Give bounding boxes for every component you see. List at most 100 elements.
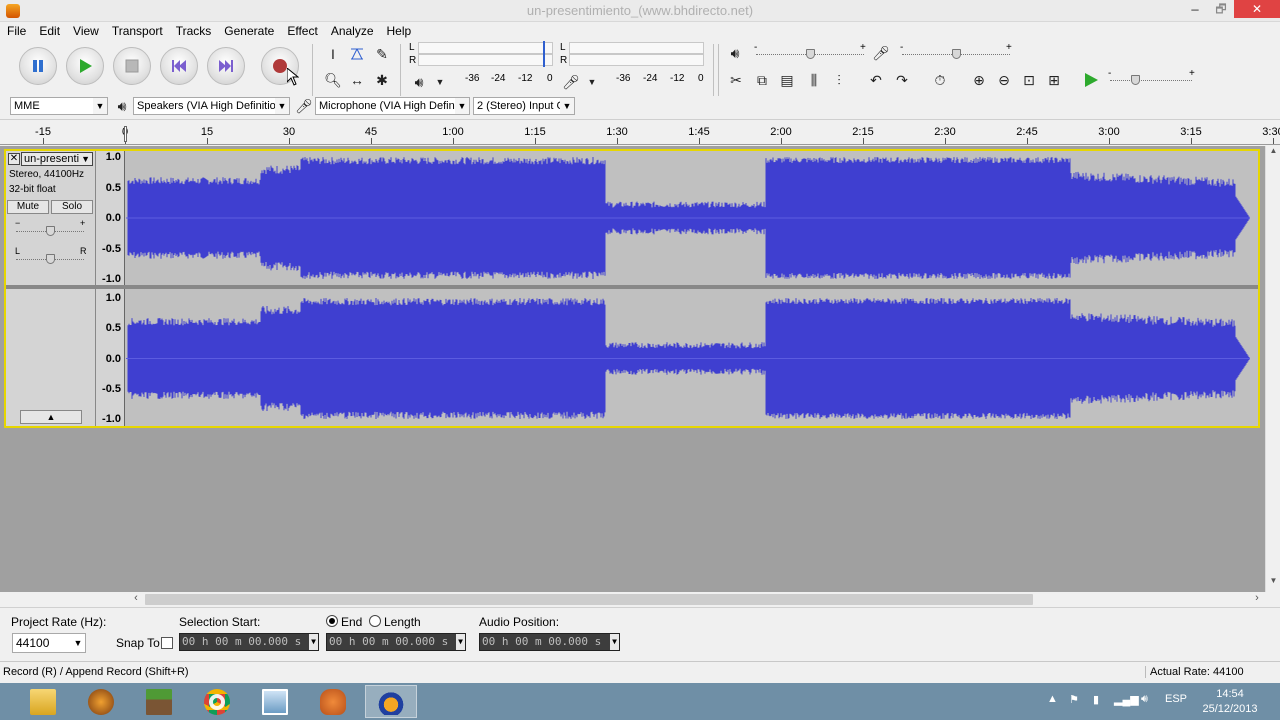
zoom-in-icon[interactable]: ⊕ — [968, 69, 990, 91]
show-hidden-icons-icon[interactable]: ▲ — [1047, 693, 1058, 705]
redo-icon[interactable]: ↷ — [891, 69, 913, 91]
selection-start-time[interactable]: 00 h 00 m 00.000 s ▼ — [179, 633, 319, 651]
vertical-scrollbar[interactable]: ▲ ▼ — [1265, 146, 1280, 592]
maximize-button[interactable]: 🗗 — [1208, 0, 1234, 18]
taskbar-image-viewer[interactable] — [249, 685, 301, 718]
chevron-down-icon[interactable]: ▼ — [309, 634, 318, 650]
recording-device-select[interactable]: Microphone (VIA High Definitio ▼ — [315, 97, 470, 115]
zoom-tool-icon[interactable]: 🔍︎ — [322, 69, 344, 91]
snap-to-checkbox[interactable] — [161, 637, 173, 649]
playback-meter-left[interactable] — [418, 42, 553, 54]
scroll-down-icon[interactable]: ▼ — [1266, 576, 1280, 590]
ruler-tick — [1109, 138, 1110, 144]
record-meter-dropdown-icon[interactable]: ▼ — [584, 71, 600, 93]
multi-tool-icon[interactable]: ✱ — [371, 69, 393, 91]
playback-meter-right[interactable] — [418, 54, 553, 66]
sync-lock-icon[interactable]: ⏱ — [929, 69, 951, 91]
track-bit-depth: 32-bit float — [9, 184, 56, 195]
minimize-button[interactable]: 🗕 — [1182, 0, 1208, 18]
solo-button[interactable]: Solo — [51, 200, 93, 214]
record-meter-left[interactable] — [569, 42, 704, 54]
length-radio[interactable] — [369, 615, 381, 627]
menu-effect[interactable]: Effect — [280, 22, 323, 38]
play-button[interactable] — [66, 47, 104, 85]
menu-file[interactable]: File — [0, 22, 32, 38]
volume-icon[interactable]: 🔊︎ — [1141, 693, 1148, 706]
menu-generate[interactable]: Generate — [217, 22, 280, 38]
playback-device-select[interactable]: Speakers (VIA High Definition A ▼ — [133, 97, 290, 115]
menu-help[interactable]: Help — [380, 22, 418, 38]
menu-tracks[interactable]: Tracks — [169, 22, 218, 38]
end-radio[interactable] — [326, 615, 338, 627]
play-speed-slider[interactable] — [1130, 75, 1140, 85]
taskbar-minecraft[interactable] — [133, 685, 185, 718]
network-signal-icon[interactable]: ▂▄▆ — [1114, 693, 1139, 706]
track-close-icon[interactable]: ✕ — [8, 153, 20, 165]
trim-icon[interactable]: ⫼ — [803, 69, 825, 91]
gain-slider[interactable] — [46, 226, 55, 236]
ruler-tick — [371, 138, 372, 144]
skip-to-start-button[interactable] — [160, 47, 198, 85]
track-panel[interactable]: ✕ un-presenti ▼ Stereo, 44100Hz 32-bit fl… — [0, 146, 1265, 592]
collapse-track-button[interactable]: ▲ — [20, 410, 82, 424]
horizontal-scroll-thumb[interactable] — [145, 594, 1033, 605]
play-head-marker — [124, 126, 127, 142]
skip-to-end-button[interactable] — [207, 47, 245, 85]
input-language-indicator[interactable]: ESP — [1165, 693, 1187, 705]
amplitude-label: -1.0 — [102, 273, 121, 285]
taskbar-glove-app[interactable] — [307, 685, 359, 718]
taskbar-clock[interactable]: 14:54 25/12/2013 — [1195, 687, 1265, 717]
envelope-tool-icon[interactable] — [346, 43, 368, 65]
play-at-speed-icon[interactable] — [1080, 69, 1102, 91]
playback-meter-dropdown-icon[interactable]: ▼ — [432, 71, 448, 93]
speaker-icon[interactable]: 🔊︎ — [410, 71, 428, 93]
selection-tool-icon[interactable]: I — [322, 43, 344, 65]
track-name-menu[interactable]: un-presenti ▼ — [21, 152, 93, 166]
paste-icon[interactable]: ▤ — [776, 69, 798, 91]
recording-channels-select[interactable]: 2 (Stereo) Input C ▼ — [473, 97, 575, 115]
action-center-flag-icon[interactable]: ⚑ — [1069, 693, 1079, 706]
timeline-ruler[interactable]: -1501530451:001:151:301:452:002:152:302:… — [0, 121, 1280, 145]
copy-icon[interactable]: ⧉ — [751, 69, 773, 91]
audio-position-time[interactable]: 00 h 00 m 00.000 s ▼ — [479, 633, 620, 651]
time-shift-tool-icon[interactable]: ↔ — [346, 69, 368, 91]
fit-project-icon[interactable]: ⊞ — [1043, 69, 1065, 91]
audio-track[interactable]: ✕ un-presenti ▼ Stereo, 44100Hz 32-bit fl… — [4, 149, 1260, 428]
stop-button[interactable] — [113, 47, 151, 85]
draw-tool-icon[interactable]: ✎ — [371, 43, 393, 65]
silence-icon[interactable]: ⫶ — [828, 69, 850, 91]
taskbar-file-explorer[interactable] — [17, 685, 69, 718]
pause-button[interactable] — [19, 47, 57, 85]
chevron-down-icon[interactable]: ▼ — [456, 634, 465, 650]
menu-transport[interactable]: Transport — [105, 22, 169, 38]
scroll-right-icon[interactable]: › — [1251, 592, 1263, 607]
scroll-left-icon[interactable]: ‹ — [130, 592, 142, 607]
chevron-down-icon[interactable]: ▼ — [610, 634, 619, 650]
menu-edit[interactable]: Edit — [32, 22, 66, 38]
taskbar-audacity[interactable] — [365, 685, 417, 718]
undo-icon[interactable]: ↶ — [865, 69, 887, 91]
zoom-out-icon[interactable]: ⊖ — [993, 69, 1015, 91]
menu-view[interactable]: View — [66, 22, 105, 38]
audio-host-select[interactable]: MME ▼ — [10, 97, 108, 115]
microphone-icon[interactable]: 🎤︎ — [562, 71, 580, 93]
battery-icon[interactable]: ▮ — [1093, 693, 1099, 706]
menu-analyze[interactable]: Analyze — [324, 22, 380, 38]
output-volume-slider[interactable] — [806, 49, 815, 59]
fit-selection-icon[interactable]: ⊡ — [1018, 69, 1040, 91]
record-meter-right[interactable] — [569, 54, 704, 66]
pan-slider[interactable] — [46, 254, 55, 264]
horizontal-scrollbar[interactable]: ‹ › — [130, 592, 1265, 607]
cut-icon[interactable]: ✂ — [725, 69, 747, 91]
taskbar-chrome[interactable] — [191, 685, 243, 718]
selection-end-time[interactable]: 00 h 00 m 00.000 s ▼ — [326, 633, 466, 651]
scroll-up-icon[interactable]: ▲ — [1266, 146, 1280, 160]
pan-right-label: R — [80, 246, 87, 256]
project-rate-select[interactable]: 44100 ▼ — [12, 633, 86, 653]
close-button[interactable]: ✕ — [1234, 0, 1280, 18]
output-volume-icon: 🔊︎ — [730, 44, 740, 61]
clock-date: 25/12/2013 — [1202, 703, 1258, 715]
input-volume-slider[interactable] — [952, 49, 961, 59]
mute-button[interactable]: Mute — [7, 200, 49, 214]
taskbar-media-player[interactable] — [75, 685, 127, 718]
